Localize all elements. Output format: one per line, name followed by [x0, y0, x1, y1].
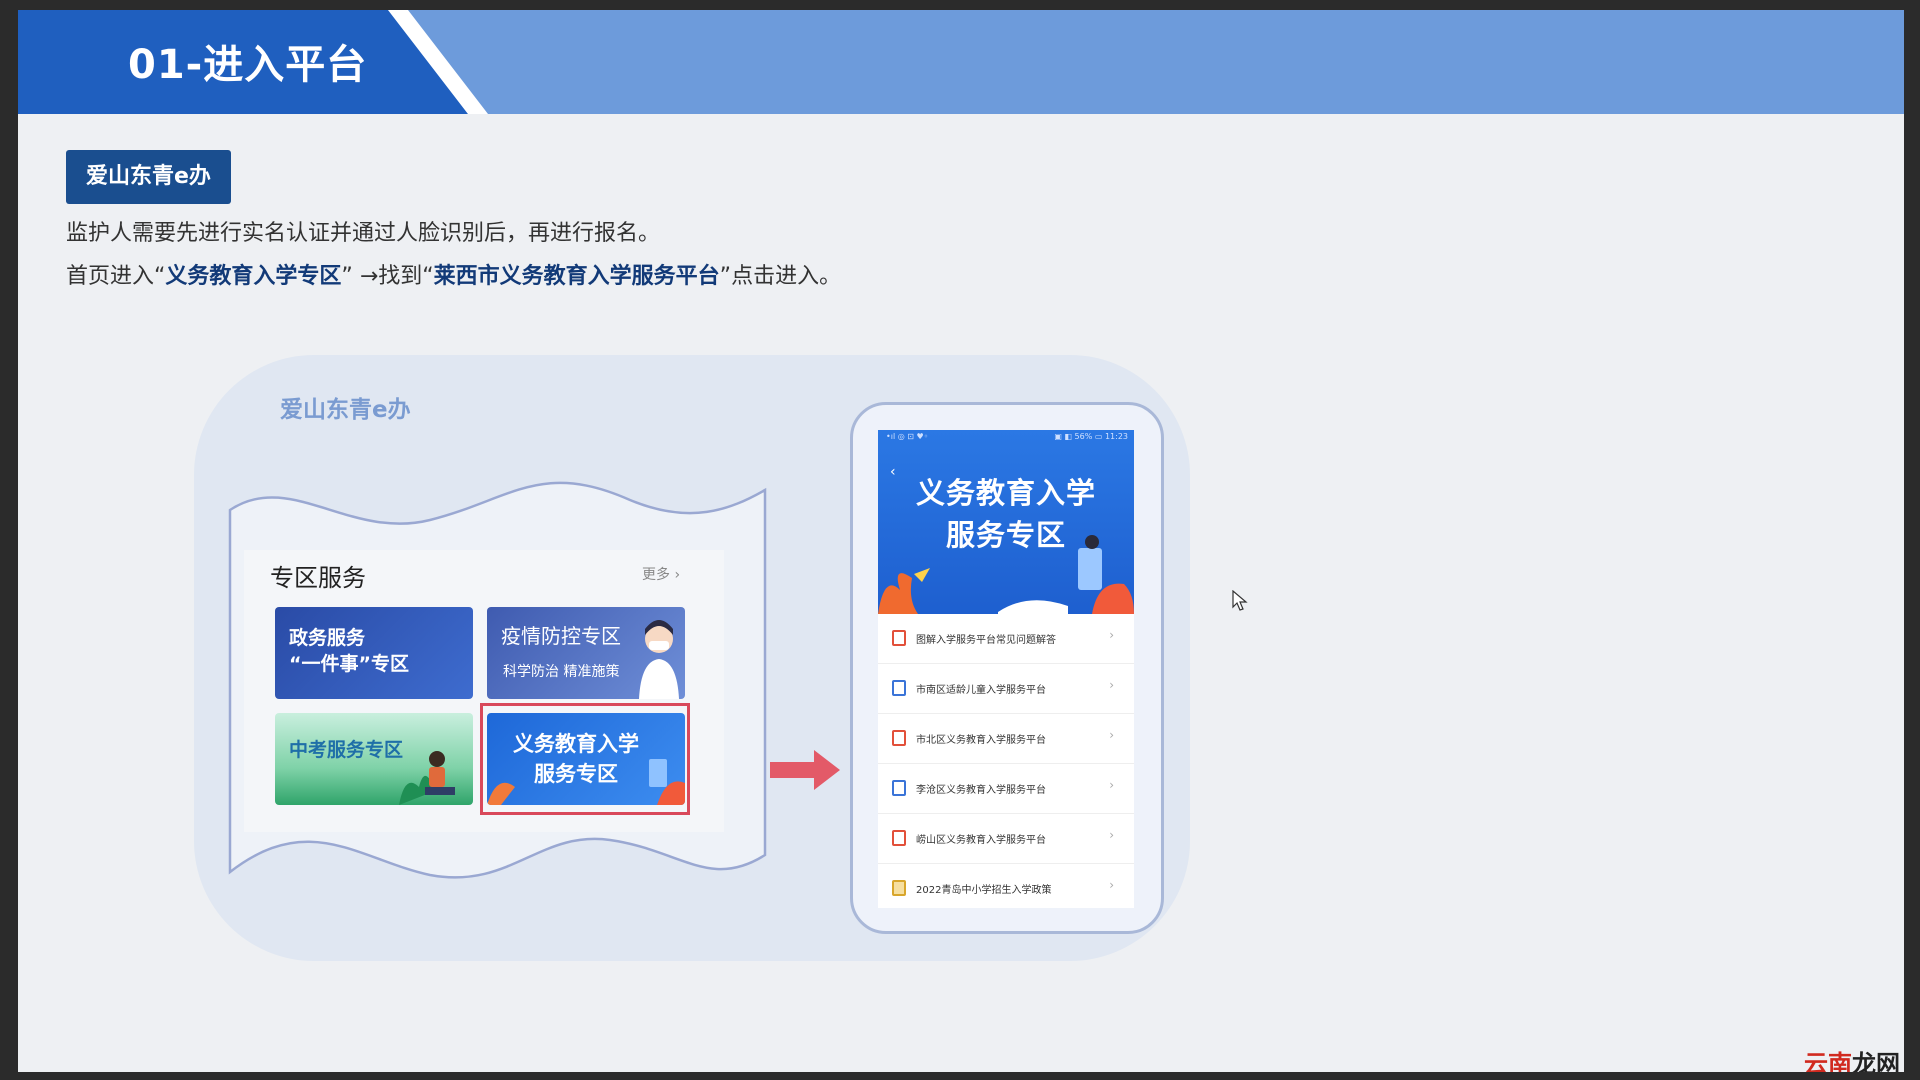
desc-highlight-zone: 义务教育入学专区 [165, 264, 342, 289]
chevron-right-icon: › [1109, 678, 1114, 692]
list-item-label: 崂山区义务教育入学服务平台 [916, 835, 1046, 846]
phone-status-bar: •ıl ◎ ⊡ ♥◦ ▣ ◧ 56% ▭ 11:23 [878, 430, 1134, 444]
list-item[interactable]: 2022青岛中小学招生入学政策 › [878, 864, 1134, 908]
tile-line: “一件事”专区 [289, 653, 409, 675]
page-title: 01-进入平台 [128, 42, 368, 88]
watermark-logo: 云南龙网 [1804, 1044, 1900, 1072]
doc-blue-icon [892, 680, 906, 696]
desc-text: ”点击进入。 [719, 264, 842, 289]
tile-line: 政务服务 [289, 627, 366, 649]
list-item-label: 市北区义务教育入学服务平台 [916, 735, 1046, 746]
mail-icon [892, 630, 906, 646]
arrow-right-icon [770, 750, 840, 790]
doc-blue-icon [892, 780, 906, 796]
tile-label: 疫情防控专区 [501, 624, 621, 648]
chevron-right-icon: › [1109, 878, 1114, 892]
doctor-icon [639, 620, 679, 699]
tile-sublabel: 科学防治 精准施策 [503, 664, 620, 680]
app-name-badge: 爱山东青e办 [66, 150, 231, 204]
doc-red-icon [892, 830, 906, 846]
banner-decoration-icon [878, 535, 1134, 614]
desc-text: 首页进入“ [66, 264, 166, 289]
student-reading-icon [399, 751, 455, 805]
list-item-label: 市南区适龄儿童入学服务平台 [916, 685, 1046, 696]
desc-highlight-platform: 莱西市义务教育入学服务平台 [433, 264, 720, 289]
chevron-right-icon: › [1109, 828, 1114, 842]
more-label: 更多 [642, 567, 670, 583]
slide: 01-进入平台 爱山东青e办 监护人需要先进行实名认证并通过人脸识别后，再进行报… [18, 10, 1904, 1072]
phone-list: 图解入学服务平台常见问题解答 › 市南区适龄儿童入学服务平台 › 市北区义务教育… [878, 614, 1134, 908]
status-right: ▣ ◧ 56% ▭ 11:23 [1054, 432, 1128, 441]
chevron-right-icon: › [1109, 628, 1114, 642]
zone-services-title: 专区服务 [270, 564, 366, 592]
banner-line: 义务教育入学 [915, 476, 1096, 510]
list-item[interactable]: 李沧区义务教育入学服务平台 › [878, 764, 1134, 814]
tile-gov-services[interactable]: 政务服务 “一件事”专区 [275, 607, 473, 699]
watermark-part: 云南 [1804, 1050, 1852, 1072]
tile-exam-services[interactable]: 中考服务专区 [275, 713, 473, 805]
list-item-label: 2022青岛中小学招生入学政策 [916, 885, 1052, 896]
chevron-right-icon: › [1109, 778, 1114, 792]
phone-banner: •ıl ◎ ⊡ ♥◦ ▣ ◧ 56% ▭ 11:23 ‹ 义务教育入学 服务专区 [878, 430, 1134, 614]
list-item-label: 李沧区义务教育入学服务平台 [916, 785, 1046, 796]
highlight-frame [480, 703, 690, 815]
doc-red-icon [892, 730, 906, 746]
tile-label: 政务服务 “一件事”专区 [289, 625, 409, 677]
illustration-app-label: 爱山东青e办 [280, 397, 411, 423]
status-left: •ıl ◎ ⊡ ♥◦ [886, 432, 929, 441]
tile-label: 中考服务专区 [289, 739, 404, 761]
phone-screen: •ıl ◎ ⊡ ♥◦ ▣ ◧ 56% ▭ 11:23 ‹ 义务教育入学 服务专区… [878, 430, 1134, 908]
watermark-part: 龙网 [1852, 1050, 1900, 1072]
list-item[interactable]: 市北区义务教育入学服务平台 › [878, 714, 1134, 764]
desc-text: ” →找到“ [341, 264, 434, 289]
chevron-right-icon: › [674, 567, 681, 583]
id-card-icon [892, 880, 906, 896]
list-item[interactable]: 崂山区义务教育入学服务平台 › [878, 814, 1134, 864]
chevron-right-icon: › [1109, 728, 1114, 742]
zone-more-link[interactable]: 更多 › [642, 564, 680, 584]
tile-epidemic-control[interactable]: 疫情防控专区 科学防治 精准施策 [487, 607, 685, 699]
mouse-cursor-icon [1232, 590, 1248, 611]
list-item-label: 图解入学服务平台常见问题解答 [916, 635, 1056, 646]
list-item[interactable]: 市南区适龄儿童入学服务平台 › [878, 664, 1134, 714]
description-line-2: 首页进入“义务教育入学专区” →找到“莱西市义务教育入学服务平台”点击进入。 [66, 258, 841, 290]
description-line-1: 监护人需要先进行实名认证并通过人脸识别后，再进行报名。 [66, 221, 661, 246]
list-item[interactable]: 图解入学服务平台常见问题解答 › [878, 614, 1134, 664]
